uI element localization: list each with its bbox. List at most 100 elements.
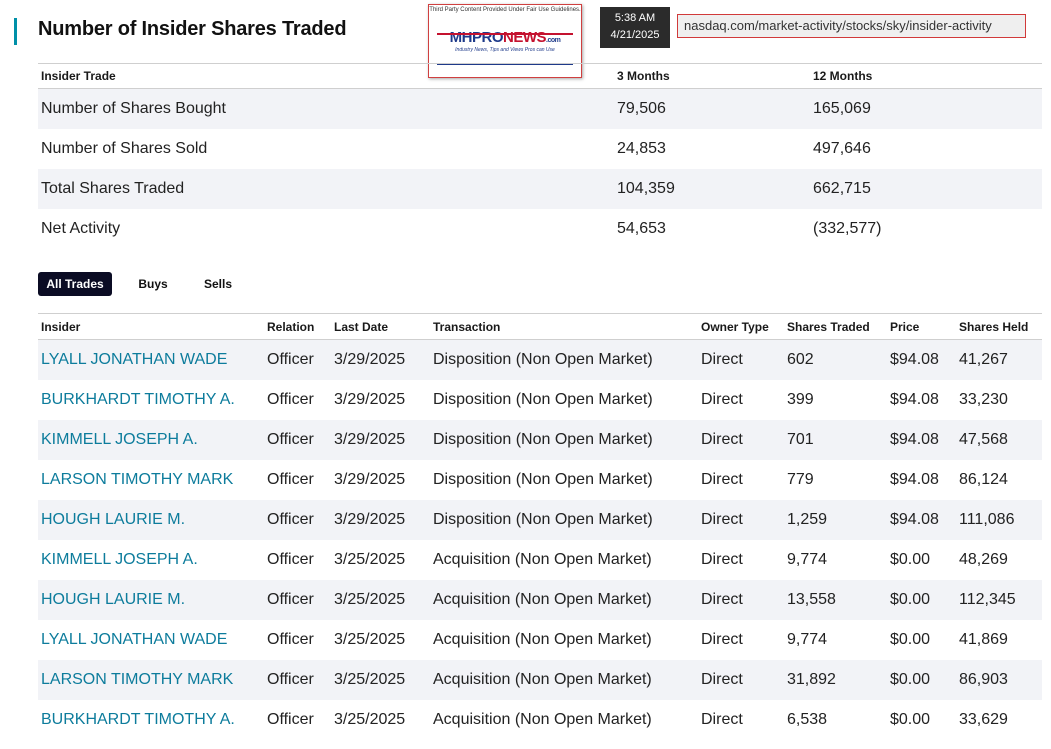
clock-time: 5:38 AM [614,12,656,24]
summary-row: Total Shares Traded 104,359 662,715 [38,169,1042,209]
column-header-shares-traded: Shares Traded [784,313,887,340]
cell-owner-type: Direct [698,660,784,700]
cell-shares-held: 86,124 [959,471,1008,488]
cell-shares-held: 33,629 [959,711,1008,728]
cell-shares-traded: 9,774 [787,631,828,648]
column-header-transaction: Transaction [430,313,698,340]
cell-price: $94.08 [887,339,956,380]
cell-last-date: 3/25/2025 [331,580,430,620]
trades-header-row: Insider Relation Last Date Transaction Owner… [38,313,1042,340]
cell-price: $0.00 [890,631,931,648]
cell-price: $0.00 [890,551,931,568]
cell-owner-type: Direct [701,471,743,488]
summary-value: 79,506 [614,88,810,129]
title-accent-bar [14,18,17,45]
insider-name-link[interactable]: HOUGH LAURIE M. [38,580,264,620]
cell-relation: Officer [267,631,314,648]
cell-relation: Officer [264,500,331,540]
cell-price: $0.00 [887,580,956,620]
summary-value: 662,715 [810,169,1042,209]
logo-rule-top [437,33,573,35]
table-row: LARSON TIMOTHY MARK Officer 3/29/2025 Dispo… [38,460,1042,500]
insider-name-link[interactable]: HOUGH LAURIE M. [38,500,264,540]
logo-pro: PRO [471,29,504,46]
insider-name-link[interactable]: KIMMELL JOSEPH A. [38,420,264,460]
clock-date: 4/21/2025 [610,29,660,41]
cell-shares-held: 48,269 [959,551,1008,568]
logo-dotcom: .com [546,37,561,44]
column-header-relation: Relation [264,313,331,340]
cell-last-date: 3/29/2025 [334,471,406,488]
table-row: LYALL JONATHAN WADE Officer 3/25/2025 Acqui… [38,620,1042,660]
cell-last-date: 3/29/2025 [331,420,430,460]
summary-row: Net Activity 54,653 (332,577) [38,209,1042,249]
insider-name-link[interactable]: LYALL JONATHAN WADE [38,620,264,660]
cell-shares-traded: 31,892 [784,660,887,700]
cell-price: $94.08 [890,391,939,408]
cell-relation: Officer [264,339,331,380]
summary-value: 54,653 [617,220,666,237]
cell-transaction: Acquisition (Non Open Market) [433,551,652,568]
cell-owner-type: Direct [698,580,784,620]
page-title: Number of Insider Shares Traded [38,18,347,40]
cell-shares-traded: 779 [787,471,814,488]
cell-transaction: Disposition (Non Open Market) [433,391,653,408]
tab-all-trades[interactable]: All Trades [38,272,112,296]
insider-name-link[interactable]: LARSON TIMOTHY MARK [38,460,264,500]
cell-shares-held: 33,230 [959,391,1008,408]
summary-row-label: Number of Shares Bought [38,88,614,129]
cell-relation: Officer [264,660,331,700]
cell-relation: Officer [264,580,331,620]
cell-relation: Officer [267,711,314,728]
cell-transaction: Acquisition (Non Open Market) [433,631,652,648]
insider-trades-table: Insider Relation Last Date Transaction Owner… [38,313,1042,740]
insider-name-link[interactable]: KIMMELL JOSEPH A. [38,540,264,580]
cell-relation: Officer [267,551,314,568]
cell-owner-type: Direct [698,339,784,380]
cell-transaction: Disposition (Non Open Market) [430,339,698,380]
summary-value: 165,069 [810,88,1042,129]
summary-row: Number of Shares Sold 24,853 497,646 [38,129,1042,169]
table-row: KIMMELL JOSEPH A. Officer 3/25/2025 Acquisi… [38,540,1042,580]
summary-column-header: 12 Months [810,63,1042,89]
cell-relation: Officer [267,471,314,488]
cell-shares-traded: 13,558 [784,580,887,620]
summary-value: 24,853 [617,140,666,157]
insider-name-link[interactable]: BURKHARDT TIMOTHY A. [38,380,264,420]
column-header-last-date: Last Date [331,313,430,340]
cell-shares-traded: 701 [784,420,887,460]
column-header-insider: Insider [38,313,264,340]
column-header-owner-type: Owner Type [698,313,784,340]
cell-last-date: 3/29/2025 [334,391,406,408]
cell-owner-type: Direct [698,500,784,540]
cell-shares-traded: 9,774 [787,551,828,568]
cell-last-date: 3/25/2025 [334,551,406,568]
insider-name-link[interactable]: LYALL JONATHAN WADE [38,339,264,380]
cell-relation: Officer [264,420,331,460]
cell-price: $94.08 [887,420,956,460]
cell-shares-held: 111,086 [956,500,1042,540]
tab-buys[interactable]: Buys [132,272,174,296]
cell-relation: Officer [267,391,314,408]
summary-column-header: Insider Trade [38,63,614,89]
logo-wordmark: MHPRONEWS.com [429,29,581,46]
cell-shares-held: 112,345 [956,580,1042,620]
summary-header-row: Insider Trade 3 Months 12 Months [38,63,1042,89]
cell-transaction: Acquisition (Non Open Market) [430,580,698,620]
cell-transaction: Disposition (Non Open Market) [433,471,653,488]
summary-row-label: Net Activity [41,220,121,237]
summary-row: Number of Shares Bought 79,506 165,069 [38,88,1042,129]
table-row: BURKHARDT TIMOTHY A. Officer 3/29/2025 Disp… [38,380,1042,420]
insider-name-link[interactable]: LARSON TIMOTHY MARK [38,660,264,700]
cell-owner-type: Direct [698,420,784,460]
tab-sells[interactable]: Sells [196,272,240,296]
logo-tagline: Industry News, Tips and Views Pros can U… [455,47,555,53]
insider-name-link[interactable]: BURKHARDT TIMOTHY A. [38,700,264,740]
summary-value: (332,577) [813,220,882,237]
insider-summary-table: Insider Trade 3 Months 12 Months Number of… [38,63,1042,249]
cell-owner-type: Direct [701,631,743,648]
cell-shares-held: 86,903 [956,660,1042,700]
summary-row-label: Number of Shares Sold [41,140,208,157]
clock-overlay: 5:38 AM 4/21/2025 [600,7,670,48]
summary-value: 497,646 [813,140,871,157]
